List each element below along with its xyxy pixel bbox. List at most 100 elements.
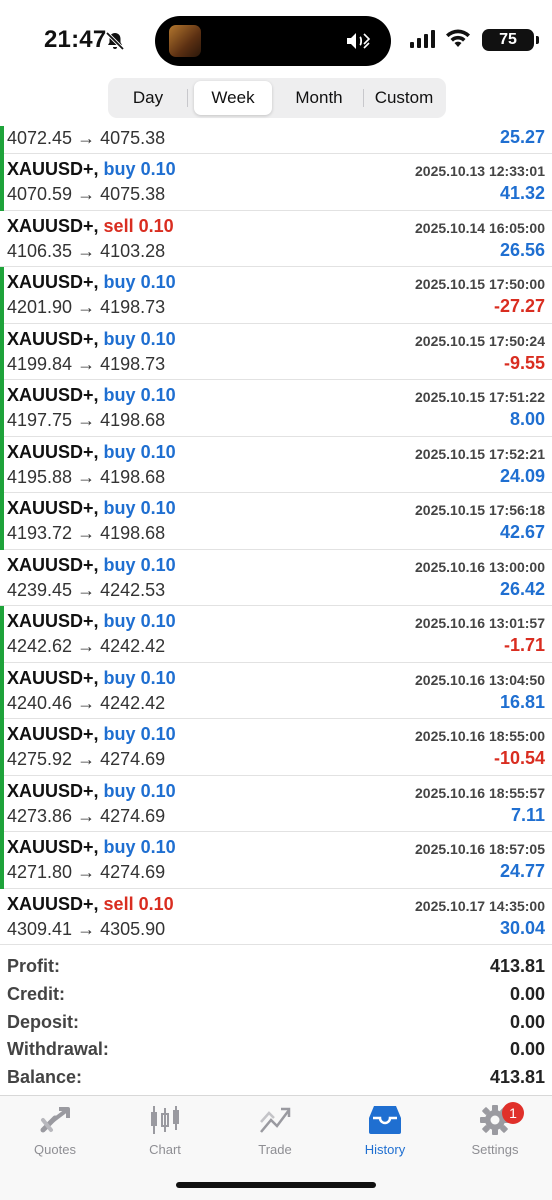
notification-badge: 1: [502, 1102, 524, 1124]
deal-row[interactable]: XAUUSD+, buy 0.10 2025.10.13 12:33:01 4070…: [0, 154, 552, 211]
deal-symbol: XAUUSD+,: [7, 893, 99, 914]
deal-volume: 0.10: [138, 893, 174, 914]
deal-volume: 0.10: [140, 780, 176, 801]
deal-prices: 4070.59 → 4075.38: [7, 184, 166, 204]
deal-datetime: 2025.10.16 18:55:00: [415, 728, 545, 744]
tab-trade[interactable]: Trade: [220, 1104, 330, 1164]
deal-row[interactable]: XAUUSD+, buy 0.10 2025.10.15 17:52:21 4195…: [0, 436, 552, 493]
summary-label: Balance:: [7, 1067, 83, 1088]
deal-title: XAUUSD+, sell 0.10: [7, 216, 174, 237]
summary-label: Withdrawal:: [7, 1039, 109, 1060]
dynamic-island[interactable]: [155, 16, 391, 66]
summary-row: Withdrawal: 0.00: [0, 1036, 552, 1064]
deal-prices: 4072.45 → 4075.38: [7, 128, 166, 148]
deal-symbol: XAUUSD+,: [7, 780, 99, 801]
deal-row[interactable]: XAUUSD+, buy 0.10 2025.10.15 17:50:00 4201…: [0, 267, 552, 324]
deal-symbol: XAUUSD+,: [7, 498, 99, 518]
deal-volume: 0.10: [140, 272, 176, 292]
wifi-icon: [446, 29, 470, 47]
deal-datetime: 2025.10.15 17:50:00: [415, 276, 545, 292]
position-marker: [0, 662, 4, 719]
deal-side: buy: [103, 159, 136, 179]
deal-prices: 4199.84 → 4198.73: [7, 353, 166, 374]
segment-divider: [187, 89, 188, 107]
tab-quotes[interactable]: Quotes: [0, 1104, 110, 1164]
deal-side: buy: [103, 328, 136, 349]
tab-chart[interactable]: Chart: [110, 1104, 220, 1164]
deal-volume: 0.10: [140, 385, 176, 405]
deal-row[interactable]: XAUUSD+, buy 0.10 2025.10.16 18:55:00 4275…: [0, 719, 552, 776]
summary-value: 413.81: [489, 1067, 545, 1088]
deal-title: XAUUSD+, buy 0.10: [7, 159, 176, 180]
deal-side: sell: [103, 215, 134, 236]
cellular-signal-icon: [410, 30, 435, 48]
deal-profit: 25.27: [499, 127, 545, 147]
tab-week[interactable]: Week: [194, 81, 272, 115]
battery-indicator: 75: [482, 29, 539, 51]
summary-value: 0.00: [509, 1011, 545, 1032]
summary-value: 0.00: [509, 983, 545, 1004]
tab-label: Trade: [258, 1142, 292, 1157]
summary-value: 413.81: [489, 956, 545, 976]
deal-row[interactable]: XAUUSD+, buy 0.10 2025.10.15 17:50:24 4199…: [0, 323, 552, 380]
deal-side: buy: [103, 554, 136, 575]
deal-side: buy: [103, 385, 136, 405]
position-marker: [0, 154, 4, 211]
position-marker: [0, 832, 4, 889]
deal-profit: 41.32: [499, 183, 545, 203]
deal-title: XAUUSD+, buy 0.10: [7, 781, 176, 802]
deal-symbol: XAUUSD+,: [7, 667, 99, 688]
deal-title: XAUUSD+, buy 0.10: [7, 498, 176, 519]
deal-datetime: 2025.10.15 17:51:22: [415, 389, 545, 405]
deal-symbol: XAUUSD+,: [7, 554, 99, 575]
deal-title: XAUUSD+, buy 0.10: [7, 724, 176, 745]
deal-profit: -27.27: [493, 296, 545, 316]
deal-symbol: XAUUSD+,: [7, 272, 99, 292]
deal-row[interactable]: XAUUSD+, buy 0.10 2025.10.16 13:04:50 4240…: [0, 662, 552, 719]
deal-row[interactable]: XAUUSD+, buy 0.10 2025.10.16 13:00:00 4239…: [0, 549, 552, 606]
deal-row[interactable]: 4072.45 → 4075.38 25.27: [0, 126, 552, 154]
deal-prices: 4195.88 → 4198.68: [7, 466, 166, 487]
segment-divider: [363, 89, 364, 107]
tab-custom[interactable]: Custom: [366, 81, 442, 115]
position-marker: [0, 719, 4, 776]
deal-history-list: 4072.45 → 4075.38 25.27 XAUUSD+, buy 0.1…: [0, 126, 552, 945]
tab-month[interactable]: Month: [280, 81, 358, 115]
summary-row: Profit: 413.81: [0, 953, 552, 981]
deal-volume: 0.10: [140, 498, 176, 518]
tab-history[interactable]: History: [330, 1104, 440, 1164]
deal-symbol: XAUUSD+,: [7, 441, 99, 462]
deal-prices: 4201.90 → 4198.73: [7, 297, 166, 317]
deal-row[interactable]: XAUUSD+, sell 0.10 2025.10.14 16:05:00 410…: [0, 210, 552, 267]
deal-prices: 4242.62 → 4242.42: [7, 636, 166, 656]
deal-symbol: XAUUSD+,: [7, 328, 99, 349]
summary-row: Credit: 0.00: [0, 981, 552, 1009]
tab-day[interactable]: Day: [112, 81, 184, 115]
deal-prices: 4271.80 → 4274.69: [7, 862, 166, 882]
deal-volume: 0.10: [140, 724, 176, 744]
deal-title: XAUUSD+, sell 0.10: [7, 894, 174, 915]
deal-symbol: XAUUSD+,: [7, 215, 99, 236]
tab-label: Quotes: [34, 1142, 76, 1157]
deal-row[interactable]: XAUUSD+, buy 0.10 2025.10.16 18:57:05 4271…: [0, 832, 552, 889]
deal-datetime: 2025.10.17 14:35:00: [415, 897, 545, 914]
deal-volume: 0.10: [140, 441, 176, 462]
deal-title: XAUUSD+, buy 0.10: [7, 385, 176, 406]
deal-prices: 4106.35 → 4103.28: [7, 240, 166, 261]
deal-row[interactable]: XAUUSD+, buy 0.10 2025.10.16 18:55:57 4273…: [0, 775, 552, 832]
position-marker: [0, 606, 4, 663]
deal-volume: 0.10: [140, 554, 176, 575]
deal-row[interactable]: XAUUSD+, buy 0.10 2025.10.16 13:01:57 4242…: [0, 606, 552, 663]
tab-label: History: [364, 1142, 406, 1157]
deal-row[interactable]: XAUUSD+, buy 0.10 2025.10.15 17:56:18 4193…: [0, 493, 552, 550]
deal-profit: 8.00: [509, 409, 545, 429]
deal-row[interactable]: XAUUSD+, sell 0.10 2025.10.17 14:35:00 430…: [0, 888, 552, 945]
deal-side: buy: [103, 272, 136, 292]
tab-settings[interactable]: 1 Settings: [440, 1102, 550, 1164]
period-segmented-control: Day Week Month Custom: [108, 78, 446, 118]
deal-profit: 26.42: [499, 578, 545, 599]
deal-prices: 4273.86 → 4274.69: [7, 805, 166, 826]
deal-row[interactable]: XAUUSD+, buy 0.10 2025.10.15 17:51:22 4197…: [0, 380, 552, 437]
status-time: 21:47: [44, 26, 107, 53]
deal-datetime: 2025.10.14 16:05:00: [415, 219, 545, 236]
